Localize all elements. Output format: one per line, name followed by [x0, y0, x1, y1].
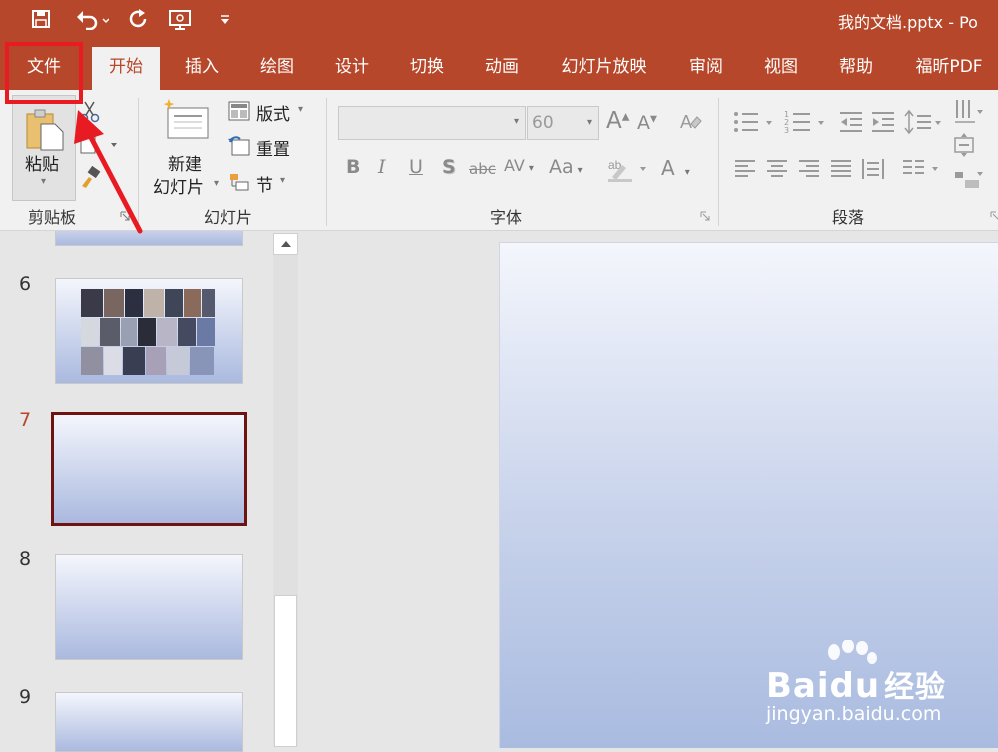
columns-icon[interactable] — [902, 158, 942, 180]
increase-indent-icon[interactable] — [870, 110, 896, 134]
new-slide-dropdown-icon: ▾ — [214, 178, 220, 189]
tab-insert[interactable]: 插入 — [168, 47, 236, 90]
font-group-label: 字体 — [490, 208, 523, 227]
font-launcher-icon[interactable] — [700, 211, 710, 221]
justify-icon[interactable] — [830, 158, 852, 180]
tab-foxit-pdf[interactable]: 福昕PDF — [904, 47, 994, 90]
slide-number-6: 6 — [19, 273, 32, 295]
group-separator — [326, 98, 327, 226]
slide-thumbnail-6[interactable] — [55, 278, 243, 384]
layout-button[interactable]: 版式 ▾ — [228, 100, 312, 125]
scroll-up-button[interactable] — [273, 233, 298, 255]
paste-button[interactable]: 粘贴 ▾ — [12, 95, 76, 201]
layout-label: 版式 — [256, 105, 290, 125]
slide-thumbnail-8[interactable] — [55, 554, 243, 660]
redo-icon[interactable] — [126, 6, 152, 32]
photo-collage — [81, 289, 221, 375]
font-color-button[interactable]: A ▾ — [661, 156, 690, 180]
line-spacing-icon[interactable] — [903, 108, 945, 136]
italic-button[interactable]: I — [378, 156, 386, 178]
layout-icon — [228, 101, 250, 121]
tab-draw[interactable]: 绘图 — [243, 47, 311, 90]
bullets-icon[interactable] — [732, 108, 776, 136]
align-center-icon[interactable] — [766, 158, 788, 180]
photo-collage-graphic — [81, 289, 215, 375]
customize-qat-icon[interactable] — [216, 6, 234, 32]
baidu-logo-text: Baidu 经验 — [766, 666, 947, 706]
align-left-icon[interactable] — [734, 158, 756, 180]
font-size-input[interactable]: 60 ▾ — [527, 106, 599, 140]
presentation-icon[interactable] — [167, 6, 197, 32]
chevron-up-icon — [281, 241, 291, 247]
text-shadow-button[interactable]: S — [442, 156, 456, 178]
change-case-button[interactable]: Aa ▾ — [549, 156, 583, 178]
file-tab-highlight-box — [5, 42, 83, 104]
paste-icon — [26, 109, 64, 151]
tab-view[interactable]: 视图 — [747, 47, 815, 90]
title-bar: 我的文档.pptx - Po — [0, 0, 998, 40]
font-name-dropdown-icon[interactable]: ▾ — [514, 116, 519, 127]
character-spacing-button[interactable]: AV ▾ — [504, 156, 534, 175]
font-name-input[interactable]: ▾ — [338, 106, 526, 140]
clipboard-group-label: 剪贴板 — [28, 208, 77, 227]
text-direction-icon[interactable] — [953, 98, 983, 124]
tab-help[interactable]: 帮助 — [822, 47, 890, 90]
new-slide-button[interactable]: 新建 幻灯片 ▾ — [150, 96, 224, 200]
group-separator — [718, 98, 719, 226]
undo-icon[interactable] — [72, 6, 112, 32]
smartart-convert-icon[interactable] — [953, 168, 983, 192]
slide-thumbnail-7-selected[interactable] — [51, 412, 247, 526]
increase-font-size-button[interactable]: A▲ — [606, 108, 629, 134]
tab-slideshow[interactable]: 幻灯片放映 — [552, 47, 656, 90]
clear-formatting-icon[interactable]: A — [679, 110, 703, 134]
slide-number-7: 7 — [19, 409, 32, 431]
layout-dropdown-icon: ▾ — [298, 104, 304, 115]
paste-label: 粘贴 — [25, 155, 59, 175]
tab-review[interactable]: 审阅 — [672, 47, 740, 90]
new-slide-label-2: 幻灯片 — [153, 178, 204, 198]
paste-dropdown-icon: ▾ — [41, 176, 47, 187]
tab-animations[interactable]: 动画 — [468, 47, 536, 90]
document-title: 我的文档.pptx - Po — [838, 13, 978, 32]
strikethrough-button[interactable]: abc — [469, 160, 496, 178]
slide-number-8: 8 — [19, 548, 32, 570]
section-label: 节 — [256, 176, 273, 196]
paragraph-group-label: 段落 — [832, 208, 865, 227]
tab-transitions[interactable]: 切换 — [393, 47, 461, 90]
align-right-icon[interactable] — [798, 158, 820, 180]
reset-icon — [228, 136, 250, 156]
baidu-url-text: jingyan.baidu.com — [766, 703, 942, 725]
reset-button[interactable]: 重置 — [228, 135, 312, 160]
slide-thumbnail-9[interactable] — [55, 692, 243, 752]
highlight-color-icon[interactable]: ab — [606, 155, 648, 183]
svg-text:3: 3 — [784, 126, 789, 135]
decrease-indent-icon[interactable] — [838, 110, 864, 134]
underline-button[interactable]: U — [409, 156, 423, 178]
section-button[interactable]: 节 ▾ — [228, 171, 312, 196]
numbering-icon[interactable]: 123 — [784, 108, 828, 136]
new-slide-label-1: 新建 — [168, 155, 202, 175]
pointer-arrow-icon — [74, 110, 143, 234]
scrollbar-thumb[interactable] — [274, 595, 297, 747]
slide-number-9: 9 — [19, 686, 32, 708]
reset-label: 重置 — [256, 140, 290, 160]
font-size-dropdown-icon[interactable]: ▾ — [587, 107, 592, 139]
tab-home[interactable]: 开始 — [92, 47, 160, 90]
slides-group-label: 幻灯片 — [204, 208, 253, 227]
decrease-font-size-button[interactable]: A▼ — [637, 112, 657, 134]
save-icon[interactable] — [28, 6, 54, 32]
section-icon — [230, 174, 249, 191]
paragraph-launcher-icon[interactable] — [990, 211, 998, 221]
section-dropdown-icon: ▾ — [280, 175, 286, 186]
svg-text:A: A — [680, 112, 692, 132]
distributed-icon[interactable] — [862, 158, 884, 180]
tab-design[interactable]: 设计 — [318, 47, 386, 90]
align-text-icon[interactable] — [953, 132, 983, 158]
new-slide-icon — [163, 99, 209, 139]
bold-button[interactable]: B — [346, 156, 360, 178]
